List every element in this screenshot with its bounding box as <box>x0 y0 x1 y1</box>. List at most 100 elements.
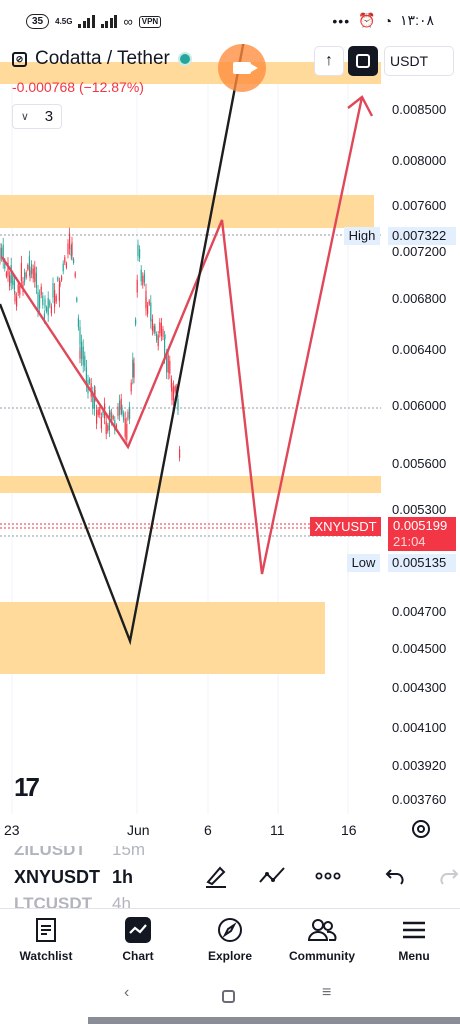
candle-body <box>129 406 131 420</box>
candle-body <box>49 301 51 307</box>
candle-body <box>105 421 107 435</box>
candle-body <box>154 326 156 334</box>
candle-body <box>173 386 175 401</box>
drawing-black-v <box>0 44 245 646</box>
chart-settings-icon[interactable] <box>412 820 430 838</box>
candle-body <box>29 269 31 279</box>
candle-body <box>97 409 99 416</box>
candle-body <box>130 382 132 392</box>
signal-icon-2 <box>100 15 118 28</box>
candle-body <box>1 247 3 258</box>
candle-body <box>76 297 78 302</box>
alarm-icon: ⏰ <box>358 12 376 28</box>
gesture-bar <box>88 1017 460 1024</box>
candle-body <box>0 247 1 260</box>
back-icon[interactable]: ‹ <box>124 984 129 1002</box>
time-tick: Jun <box>127 822 150 838</box>
drawing-red-zigzag <box>0 96 364 575</box>
hamburger-icon <box>402 917 426 943</box>
bar-countdown: 21:04 <box>393 534 426 549</box>
candle-body <box>177 398 179 411</box>
symbol-picker[interactable]: ZILUSDT 15m XNYUSDT 1h LTCUSDT 4h <box>0 846 460 908</box>
candle-body <box>135 319 137 325</box>
candle-body <box>150 302 152 322</box>
price-change: -0.000768 (−12.87%) <box>12 79 144 95</box>
currency-select[interactable]: USDT <box>384 46 454 76</box>
prev-interval[interactable]: 15m <box>112 846 145 860</box>
status-bar: 35 4.5G ∞ VPN ••• ⏰ ◔ ١٣:٠٨ <box>0 0 460 44</box>
price-tick: 0.007600 <box>392 198 447 213</box>
low-value: 0.005135 <box>388 554 456 572</box>
candle-body <box>34 266 36 282</box>
candle-body <box>164 338 166 357</box>
candle-body <box>143 273 145 283</box>
candle-body <box>27 265 29 270</box>
candle-body <box>179 449 181 458</box>
candle-body <box>62 263 64 272</box>
next-symbol[interactable]: LTCUSDT <box>14 894 92 908</box>
chart-canvas[interactable] <box>0 44 460 844</box>
nav-explore[interactable]: Explore <box>184 909 276 970</box>
candle-body <box>159 322 161 334</box>
symbol-price-tag: XNYUSDT <box>310 517 381 536</box>
vpn-badge: VPN <box>138 15 162 28</box>
nav-watchlist[interactable]: Watchlist <box>0 909 92 970</box>
community-icon <box>307 917 337 943</box>
nav-label: Watchlist <box>19 949 73 963</box>
price-tick: 0.004500 <box>392 641 447 656</box>
candle-body <box>74 272 76 277</box>
price-tick: 0.007200 <box>392 244 447 259</box>
nav-chart[interactable]: Chart <box>92 909 184 970</box>
candle-body <box>84 355 86 367</box>
time-tick: 16 <box>341 822 357 838</box>
candle-body <box>121 407 123 414</box>
last-price: 0.005199 <box>393 518 448 533</box>
candle-body <box>65 263 67 268</box>
candle-body <box>164 335 166 339</box>
candle-body <box>119 400 121 416</box>
candle-body <box>139 249 141 259</box>
time-tick: 11 <box>270 822 285 838</box>
home-icon[interactable] <box>222 990 235 1003</box>
candle-body <box>71 242 73 256</box>
signal-icon <box>78 15 95 28</box>
candle-body <box>167 355 169 373</box>
trend-tool-button[interactable] <box>258 864 286 888</box>
price-tick: 0.005600 <box>392 456 447 471</box>
network-type: 4.5G <box>55 16 73 26</box>
time-tick: 23 <box>4 822 20 838</box>
nav-community[interactable]: Community <box>276 909 368 970</box>
indicators-toggle[interactable]: ∨ 3 <box>12 104 62 129</box>
candle-body <box>162 329 164 337</box>
candle-body <box>46 307 48 312</box>
buy-button[interactable]: ↑ <box>314 46 344 76</box>
wifi-icon: ◔ <box>383 12 393 29</box>
symbol-title[interactable]: Codatta / Tether <box>35 48 170 70</box>
more-tools-button[interactable] <box>315 864 341 888</box>
current-symbol[interactable]: XNYUSDT <box>14 867 100 888</box>
price-tick: 0.006400 <box>392 342 447 357</box>
drawing-tool-button[interactable] <box>204 864 228 888</box>
nav-label: Explore <box>207 949 252 963</box>
symbol-header[interactable]: ⊘ Codatta / Tether <box>12 48 192 70</box>
price-tick: 0.005300 <box>392 502 447 517</box>
candle-body <box>69 233 71 249</box>
candle-body <box>57 277 59 281</box>
prev-symbol[interactable]: ZILUSDT <box>14 846 86 860</box>
fullscreen-button[interactable] <box>348 46 378 76</box>
candle-body <box>24 272 26 282</box>
candle-body <box>142 275 144 285</box>
chart-area[interactable]: ⊘ Codatta / Tether -0.000768 (−12.87%) ∨… <box>0 44 460 844</box>
nav-menu[interactable]: Menu <box>368 909 460 970</box>
redo-button[interactable] <box>440 864 460 888</box>
screen-record-button[interactable] <box>218 44 266 92</box>
recents-icon[interactable]: ≡ <box>322 984 331 1002</box>
arrow-up-icon: ↑ <box>325 52 333 69</box>
undo-button[interactable] <box>384 864 406 888</box>
candle-body <box>59 281 61 286</box>
fullscreen-icon <box>356 54 370 68</box>
next-interval[interactable]: 4h <box>112 894 131 908</box>
candle-body <box>39 294 41 309</box>
candle-body <box>35 272 37 288</box>
current-interval[interactable]: 1h <box>112 867 133 888</box>
